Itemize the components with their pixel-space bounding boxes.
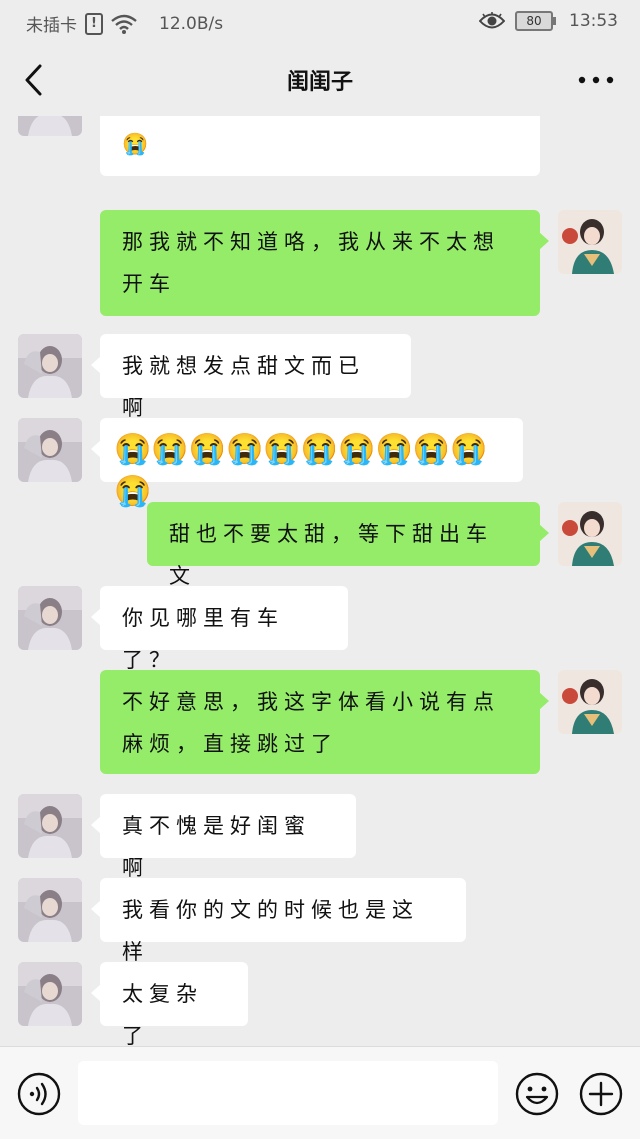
eye-icon — [479, 12, 505, 29]
message-bubble[interactable]: 你见哪里有车了？ — [91, 586, 348, 672]
status-bar: 未插卡 ! 12.0B/s 80 13:53 — [0, 0, 640, 44]
network-speed: 12.0B/s — [159, 13, 224, 34]
voice-button[interactable] — [16, 1071, 62, 1117]
carrier-label: 未插卡 — [26, 16, 77, 36]
chat-title: 闺闺子 — [286, 70, 353, 95]
chat-message-list[interactable]: 我一个单单的别字也也算吗？😭😭 那我就不知道咯，我从来不太想开车 — [0, 116, 640, 1046]
contact-avatar[interactable] — [18, 878, 82, 942]
status-time: 13:53 — [569, 11, 618, 31]
message-bubble[interactable]: 我看你的文的时候也是这样 — [91, 878, 466, 964]
message-bubble[interactable]: 我一个单单的别字也也算吗？😭😭 — [100, 116, 540, 176]
emoji-icon — [515, 1072, 559, 1116]
more-dots-icon — [578, 76, 614, 84]
wifi-icon — [111, 14, 137, 34]
sim-alert-icon: ! — [85, 12, 103, 35]
contact-avatar[interactable] — [18, 116, 82, 136]
message-bubble[interactable]: 😭😭😭😭😭😭😭😭😭😭😭 — [91, 418, 523, 509]
chat-input-bar — [0, 1046, 640, 1139]
more-functions-button[interactable] — [578, 1071, 624, 1117]
message-bubble[interactable]: 真不愧是好闺蜜啊 — [91, 794, 356, 880]
more-button[interactable] — [574, 64, 618, 96]
message-bubble[interactable]: 甜也不要太甜，等下甜出车文 — [147, 502, 549, 588]
message-input[interactable] — [78, 1061, 498, 1125]
emoji-button[interactable] — [514, 1071, 560, 1117]
battery-level: 80 — [526, 14, 542, 28]
chat-header: 闺闺子 — [0, 44, 640, 116]
my-avatar[interactable] — [558, 502, 622, 566]
message-bubble[interactable]: 太复杂了 — [91, 962, 248, 1046]
my-avatar[interactable] — [558, 670, 622, 734]
contact-avatar[interactable] — [18, 334, 82, 398]
contact-avatar[interactable] — [18, 586, 82, 650]
contact-avatar[interactable] — [18, 794, 82, 858]
my-avatar[interactable] — [558, 210, 622, 274]
plus-icon — [579, 1072, 623, 1116]
contact-avatar[interactable] — [18, 962, 82, 1026]
message-bubble[interactable]: 那我就不知道咯，我从来不太想开车 — [100, 210, 549, 316]
voice-icon — [17, 1072, 61, 1116]
battery-icon: 80 — [515, 11, 556, 31]
contact-avatar[interactable] — [18, 418, 82, 482]
message-bubble[interactable]: 我就想发点甜文而已啊 — [91, 334, 411, 420]
message-bubble[interactable]: 不好意思，我这字体看小说有点麻烦，直接跳过了 — [100, 670, 549, 774]
